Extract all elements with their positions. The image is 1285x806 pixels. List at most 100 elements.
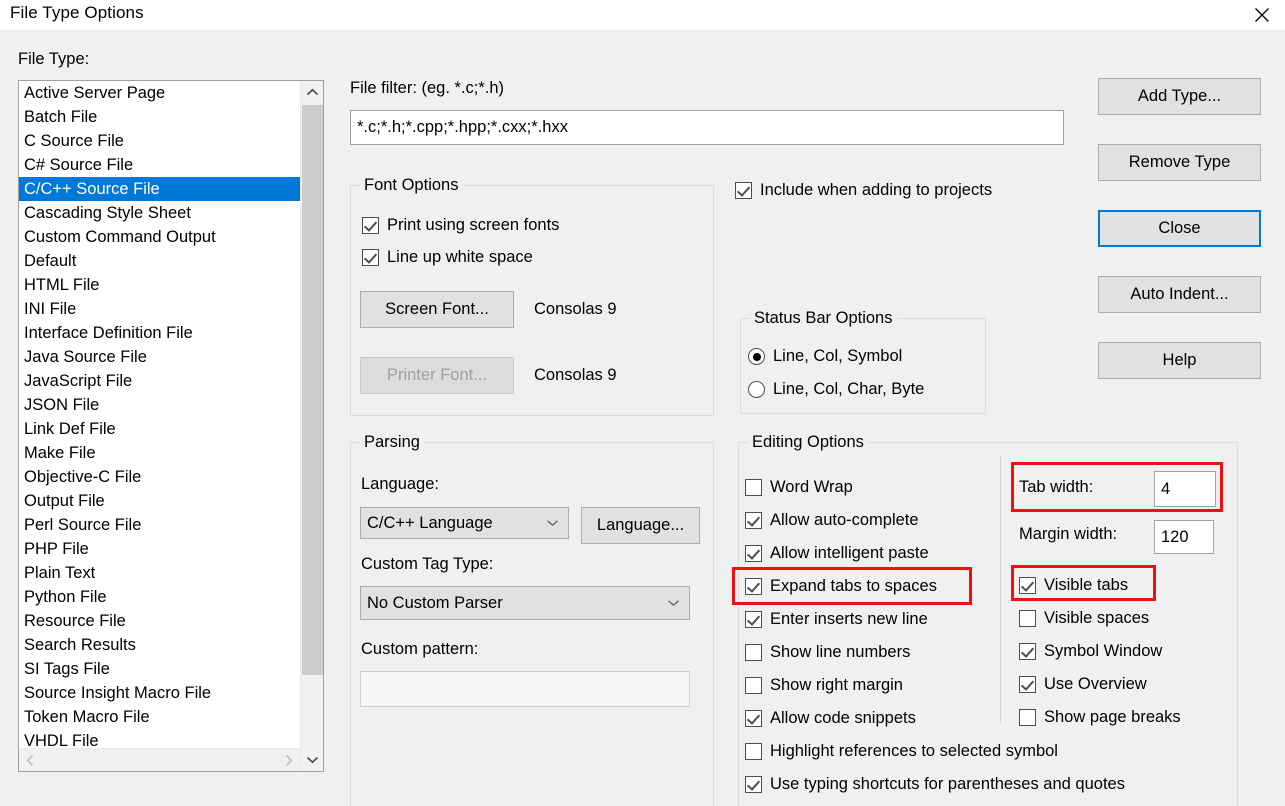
checkbox-use-typing-shortcuts-for-parentheses-and-quotes[interactable]: Use typing shortcuts for parentheses and… — [745, 768, 1125, 801]
file-type-list-item[interactable]: JavaScript File — [19, 369, 300, 393]
language-button[interactable]: Language... — [581, 507, 700, 544]
screen-font-value: Consolas 9 — [534, 300, 617, 318]
file-type-list-item[interactable]: Source Insight Macro File — [19, 681, 300, 705]
radio-label: Line, Col, Char, Byte — [773, 380, 925, 398]
checkbox-line-up-white-space[interactable]: Line up white space — [362, 248, 533, 267]
checkbox-word-wrap[interactable]: Word Wrap — [745, 471, 937, 504]
checkbox-box — [745, 776, 762, 793]
checkbox-box — [1019, 610, 1036, 627]
checkbox-symbol-window[interactable]: Symbol Window — [1019, 635, 1181, 668]
margin-width-input[interactable]: 120 — [1154, 520, 1214, 554]
checkbox-include-when-adding-to-projects[interactable]: Include when adding to projects — [735, 181, 992, 200]
file-type-list-item[interactable]: Cascading Style Sheet — [19, 201, 300, 225]
checkbox-box — [745, 644, 762, 661]
file-filter-input[interactable]: *.c;*.h;*.cpp;*.hpp;*.cxx;*.hxx — [350, 110, 1064, 145]
file-type-list-item[interactable]: JSON File — [19, 393, 300, 417]
checkbox-box — [1019, 643, 1036, 660]
checkbox-expand-tabs-to-spaces[interactable]: Expand tabs to spaces — [745, 570, 937, 603]
checkbox-box — [1019, 676, 1036, 693]
checkbox-highlight-references-to-selected-symbol[interactable]: Highlight references to selected symbol — [745, 735, 1125, 768]
listbox-horizontal-scrollbar[interactable] — [19, 748, 300, 771]
checkbox-box — [1019, 709, 1036, 726]
file-type-list-item[interactable]: Batch File — [19, 105, 300, 129]
file-type-list-item[interactable]: Search Results — [19, 633, 300, 657]
scroll-right-icon[interactable] — [277, 749, 300, 771]
file-type-list-item[interactable]: SI Tags File — [19, 657, 300, 681]
file-type-list-item[interactable]: Default — [19, 249, 300, 273]
screen-font-button[interactable]: Screen Font... — [360, 291, 514, 328]
vertical-scroll-thumb[interactable] — [302, 105, 323, 675]
file-type-list-item[interactable]: Active Server Page — [19, 81, 300, 105]
file-type-list-item[interactable]: C Source File — [19, 129, 300, 153]
checkbox-box — [745, 479, 762, 496]
file-type-list-item[interactable]: PHP File — [19, 537, 300, 561]
file-type-list-item[interactable]: Python File — [19, 585, 300, 609]
close-icon[interactable] — [1239, 0, 1285, 30]
custom-pattern-input[interactable] — [360, 671, 690, 707]
file-type-list-item[interactable]: C/C++ Source File — [19, 177, 300, 201]
scroll-down-icon[interactable] — [301, 748, 323, 771]
editing-options-full-width-rows: Highlight references to selected symbol U… — [745, 735, 1125, 801]
file-type-list-item[interactable]: Objective-C File — [19, 465, 300, 489]
add-type-button[interactable]: Add Type... — [1098, 78, 1261, 115]
checkbox-show-page-breaks[interactable]: Show page breaks — [1019, 701, 1181, 734]
tab-width-label: Tab width: — [1019, 478, 1094, 496]
auto-indent-button[interactable]: Auto Indent... — [1098, 276, 1261, 313]
file-type-list-item[interactable]: HTML File — [19, 273, 300, 297]
editing-options-column-divider — [1000, 455, 1001, 723]
custom-tag-type-select[interactable]: No Custom Parser — [360, 586, 690, 620]
checkbox-label: Allow auto-complete — [770, 511, 919, 529]
checkbox-allow-code-snippets[interactable]: Allow code snippets — [745, 702, 937, 735]
file-type-listbox[interactable]: Active Server Page Batch File C Source Fil… — [18, 80, 324, 772]
scroll-left-icon[interactable] — [19, 749, 42, 771]
checkbox-box — [745, 545, 762, 562]
checkbox-label: Show page breaks — [1044, 708, 1181, 726]
file-type-list-item[interactable]: Link Def File — [19, 417, 300, 441]
file-type-list-item[interactable]: Java Source File — [19, 345, 300, 369]
checkbox-show-line-numbers[interactable]: Show line numbers — [745, 636, 937, 669]
font-options-title: Font Options — [360, 176, 463, 195]
checkbox-box — [745, 677, 762, 694]
file-type-list-item[interactable]: Make File — [19, 441, 300, 465]
scroll-up-icon[interactable] — [301, 81, 323, 104]
checkbox-show-right-margin[interactable]: Show right margin — [745, 669, 937, 702]
language-label: Language: — [361, 475, 439, 493]
checkbox-label: Show right margin — [770, 676, 903, 694]
radio-line-col-symbol[interactable]: Line, Col, Symbol — [748, 347, 902, 366]
file-type-list-item[interactable]: Custom Command Output — [19, 225, 300, 249]
checkbox-box — [362, 217, 379, 234]
file-type-list-item[interactable]: C# Source File — [19, 153, 300, 177]
checkbox-enter-inserts-new-line[interactable]: Enter inserts new line — [745, 603, 937, 636]
checkbox-use-overview[interactable]: Use Overview — [1019, 668, 1181, 701]
checkbox-allow-auto-complete[interactable]: Allow auto-complete — [745, 504, 937, 537]
checkbox-print-using-screen-fonts[interactable]: Print using screen fonts — [362, 216, 559, 235]
checkbox-box — [362, 249, 379, 266]
file-type-list-item[interactable]: Perl Source File — [19, 513, 300, 537]
file-type-list-item[interactable]: INI File — [19, 297, 300, 321]
help-button[interactable]: Help — [1098, 342, 1261, 379]
tab-width-input[interactable]: 4 — [1154, 471, 1216, 507]
checkbox-label: Highlight references to selected symbol — [770, 742, 1058, 760]
checkbox-visible-tabs[interactable]: Visible tabs — [1019, 569, 1181, 602]
radio-line-col-char-byte[interactable]: Line, Col, Char, Byte — [748, 380, 924, 399]
checkbox-box — [745, 611, 762, 628]
checkbox-label: Allow code snippets — [770, 709, 916, 727]
file-type-list-item[interactable]: Output File — [19, 489, 300, 513]
parsing-group: Parsing — [350, 433, 714, 806]
dialog-body: File Type: Active Server Page Batch File C… — [0, 30, 1285, 806]
checkbox-allow-intelligent-paste[interactable]: Allow intelligent paste — [745, 537, 937, 570]
file-type-list-item[interactable]: Resource File — [19, 609, 300, 633]
listbox-vertical-scrollbar[interactable] — [300, 81, 323, 771]
language-select[interactable]: C/C++ Language — [360, 507, 569, 539]
file-type-list-item[interactable]: VHDL File — [19, 729, 300, 749]
chevron-down-icon — [546, 519, 559, 527]
file-type-list-item[interactable]: Interface Definition File — [19, 321, 300, 345]
remove-type-button[interactable]: Remove Type — [1098, 144, 1261, 181]
file-type-list-item[interactable]: Token Macro File — [19, 705, 300, 729]
custom-tag-type-value: No Custom Parser — [367, 593, 503, 612]
close-button[interactable]: Close — [1098, 210, 1261, 247]
file-type-list-item[interactable]: Plain Text — [19, 561, 300, 585]
file-filter-label: File filter: (eg. *.c;*.h) — [350, 79, 505, 97]
checkbox-visible-spaces[interactable]: Visible spaces — [1019, 602, 1181, 635]
checkbox-label: Line up white space — [387, 248, 533, 266]
